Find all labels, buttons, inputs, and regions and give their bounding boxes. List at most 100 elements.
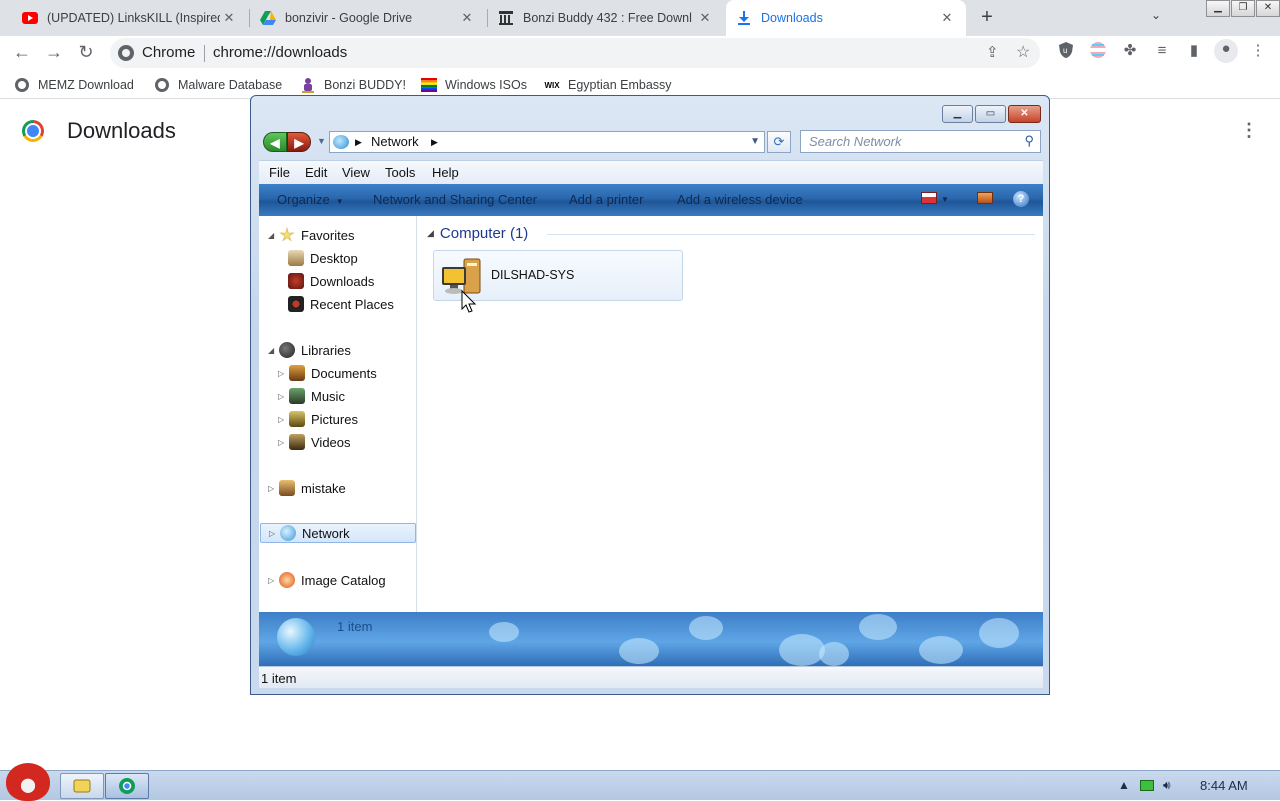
menu-file[interactable]: File bbox=[269, 165, 290, 180]
explorer-maximize-button[interactable]: ▭ bbox=[975, 105, 1006, 123]
extensions-puzzle-icon[interactable]: ✤ bbox=[1120, 41, 1140, 61]
breadcrumb-separator-icon[interactable]: ▶ bbox=[431, 137, 438, 148]
organize-button[interactable]: Organize ▼ bbox=[277, 192, 344, 207]
bookmark-memz[interactable]: MEMZ Download bbox=[14, 75, 134, 95]
start-button-bird-icon[interactable] bbox=[6, 763, 50, 801]
bookmark-star-icon[interactable]: ☆ bbox=[1016, 42, 1030, 62]
share-icon[interactable]: ⇪ bbox=[986, 43, 999, 61]
add-wireless-device-button[interactable]: Add a wireless device bbox=[677, 192, 803, 207]
preview-pane-icon[interactable] bbox=[977, 192, 993, 204]
nav-music[interactable]: ▷ Music bbox=[278, 386, 345, 406]
collapsed-arrow-icon[interactable]: ▷ bbox=[278, 438, 288, 447]
volume-icon[interactable]: 🔊︎ bbox=[1163, 778, 1171, 793]
collapsed-arrow-icon[interactable]: ▷ bbox=[268, 576, 278, 585]
forward-arrow-icon[interactable]: → bbox=[42, 41, 66, 65]
menu-edit[interactable]: Edit bbox=[305, 165, 327, 180]
expand-arrow-icon[interactable]: ◢ bbox=[268, 346, 278, 355]
menu-tools[interactable]: Tools bbox=[385, 165, 415, 180]
close-icon[interactable]: ✕ bbox=[938, 10, 956, 26]
collapsed-arrow-icon[interactable]: ▷ bbox=[278, 369, 288, 378]
nav-videos[interactable]: ▷ Videos bbox=[278, 432, 351, 452]
nav-image-catalog[interactable]: ▷ Image Catalog bbox=[268, 570, 386, 590]
tab-bonzi-buddy[interactable]: Bonzi Buddy 432 : Free Downl ✕ bbox=[488, 0, 724, 36]
network-status-icon[interactable] bbox=[1140, 780, 1154, 791]
close-window-button[interactable]: ✕ bbox=[1256, 0, 1280, 17]
breadcrumb-network[interactable]: Network bbox=[371, 134, 419, 149]
side-panel-icon[interactable]: ▮ bbox=[1184, 41, 1204, 61]
address-dropdown-icon[interactable]: ▼ bbox=[750, 136, 760, 147]
nav-desktop[interactable]: Desktop bbox=[288, 248, 358, 268]
collapsed-arrow-icon[interactable]: ▷ bbox=[278, 415, 288, 424]
view-dropdown-icon[interactable]: ▼ bbox=[941, 195, 949, 204]
nav-documents[interactable]: ▷ Documents bbox=[278, 363, 377, 383]
nav-libraries[interactable]: ◢ Libraries bbox=[268, 340, 351, 360]
nav-favorites[interactable]: ◢ Favorites bbox=[268, 225, 354, 245]
more-options-icon[interactable]: ⋮ bbox=[1240, 120, 1258, 141]
tab-title: Downloads bbox=[761, 11, 823, 25]
show-hidden-icons-icon[interactable]: ▲ bbox=[1118, 778, 1130, 792]
back-forward-buttons: ◀ ▶ bbox=[263, 132, 311, 152]
menu-view[interactable]: View bbox=[342, 165, 370, 180]
help-icon[interactable]: ? bbox=[1013, 191, 1029, 207]
collapsed-arrow-icon[interactable]: ▷ bbox=[278, 392, 288, 401]
profile-avatar-icon[interactable]: ● bbox=[1214, 39, 1238, 63]
back-arrow-icon[interactable]: ← bbox=[10, 41, 34, 65]
explorer-address-bar[interactable]: ▶ Network ▶ ▼ bbox=[329, 131, 765, 153]
add-printer-button[interactable]: Add a printer bbox=[569, 192, 643, 207]
nav-pictures[interactable]: ▷ Pictures bbox=[278, 409, 358, 429]
search-input[interactable]: Search Network ⚲ bbox=[800, 130, 1041, 153]
tab-downloads[interactable]: Downloads ✕ bbox=[726, 0, 966, 36]
nav-network[interactable]: ▷ Network bbox=[260, 523, 416, 543]
collapse-group-icon[interactable]: ◢ bbox=[427, 228, 434, 239]
close-icon[interactable]: ✕ bbox=[458, 10, 476, 26]
search-icon[interactable]: ⚲ bbox=[1024, 133, 1034, 149]
explorer-minimize-button[interactable]: ▁ bbox=[942, 105, 973, 123]
network-sharing-center-button[interactable]: Network and Sharing Center bbox=[373, 192, 537, 207]
background-bubble bbox=[819, 642, 849, 666]
recent-pages-dropdown-icon[interactable]: ▼ bbox=[317, 136, 326, 146]
google-drive-icon bbox=[260, 10, 276, 26]
close-icon[interactable]: ✕ bbox=[696, 10, 714, 26]
nav-recent-places[interactable]: Recent Places bbox=[288, 294, 394, 314]
bookmark-windows-isos[interactable]: Windows ISOs bbox=[421, 75, 527, 95]
group-header-computer[interactable]: ◢ Computer (1) bbox=[427, 225, 528, 242]
explorer-close-button[interactable]: ✕ bbox=[1008, 105, 1041, 123]
address-bar[interactable]: Chrome chrome://downloads ⇪ ☆ bbox=[110, 38, 1040, 68]
nav-mistake[interactable]: ▷ mistake bbox=[268, 478, 346, 498]
reload-icon[interactable]: ↻ bbox=[74, 41, 98, 65]
refresh-icon[interactable]: ⟳ bbox=[767, 131, 791, 153]
close-icon[interactable]: ✕ bbox=[220, 10, 238, 26]
chrome-menu-icon[interactable]: ⋮ bbox=[1248, 41, 1268, 61]
tab-linkskill[interactable]: (UPDATED) LinksKILL (Inspired ✕ bbox=[12, 0, 248, 36]
expand-arrow-icon[interactable]: ◢ bbox=[268, 231, 278, 240]
new-tab-button[interactable]: + bbox=[976, 7, 998, 29]
menu-help[interactable]: Help bbox=[432, 165, 459, 180]
minimize-button[interactable]: ▁ bbox=[1206, 0, 1230, 17]
taskbar-explorer-button[interactable] bbox=[60, 773, 104, 799]
user-folder-icon bbox=[279, 480, 295, 496]
status-bar: 1 item bbox=[259, 666, 1043, 688]
bookmark-bonzi-buddy[interactable]: Bonzi BUDDY! bbox=[300, 75, 406, 95]
bookmark-egyptian-embassy[interactable]: WIX Egyptian Embassy bbox=[544, 75, 671, 95]
breadcrumb-separator-icon[interactable]: ▶ bbox=[355, 137, 362, 148]
chevron-down-icon: ▼ bbox=[335, 197, 344, 206]
collapsed-arrow-icon[interactable]: ▷ bbox=[268, 484, 278, 493]
background-bubble bbox=[859, 614, 897, 640]
change-view-icon[interactable] bbox=[921, 192, 937, 204]
restore-button[interactable]: ❐ bbox=[1231, 0, 1255, 17]
omnibox-divider bbox=[204, 45, 205, 62]
collapsed-arrow-icon[interactable]: ▷ bbox=[269, 529, 279, 538]
forward-arrow-icon[interactable]: ▶ bbox=[287, 132, 311, 152]
omnibox-url[interactable]: chrome://downloads bbox=[213, 44, 347, 61]
extension-flag-icon[interactable] bbox=[1088, 41, 1108, 61]
taskbar-clock[interactable]: 8:44 AM bbox=[1200, 778, 1248, 793]
nav-downloads[interactable]: Downloads bbox=[288, 271, 374, 291]
bookmark-malware-database[interactable]: Malware Database bbox=[154, 75, 282, 95]
media-control-icon[interactable]: ≡ bbox=[1152, 41, 1172, 61]
back-arrow-icon[interactable]: ◀ bbox=[263, 132, 287, 152]
ublock-icon[interactable]: u bbox=[1056, 41, 1076, 61]
tab-google-drive[interactable]: bonzivir - Google Drive ✕ bbox=[250, 0, 486, 36]
search-placeholder: Search Network bbox=[809, 134, 902, 149]
taskbar-chrome-button[interactable] bbox=[105, 773, 149, 799]
tab-search-icon[interactable]: ⌄ bbox=[1151, 8, 1161, 22]
